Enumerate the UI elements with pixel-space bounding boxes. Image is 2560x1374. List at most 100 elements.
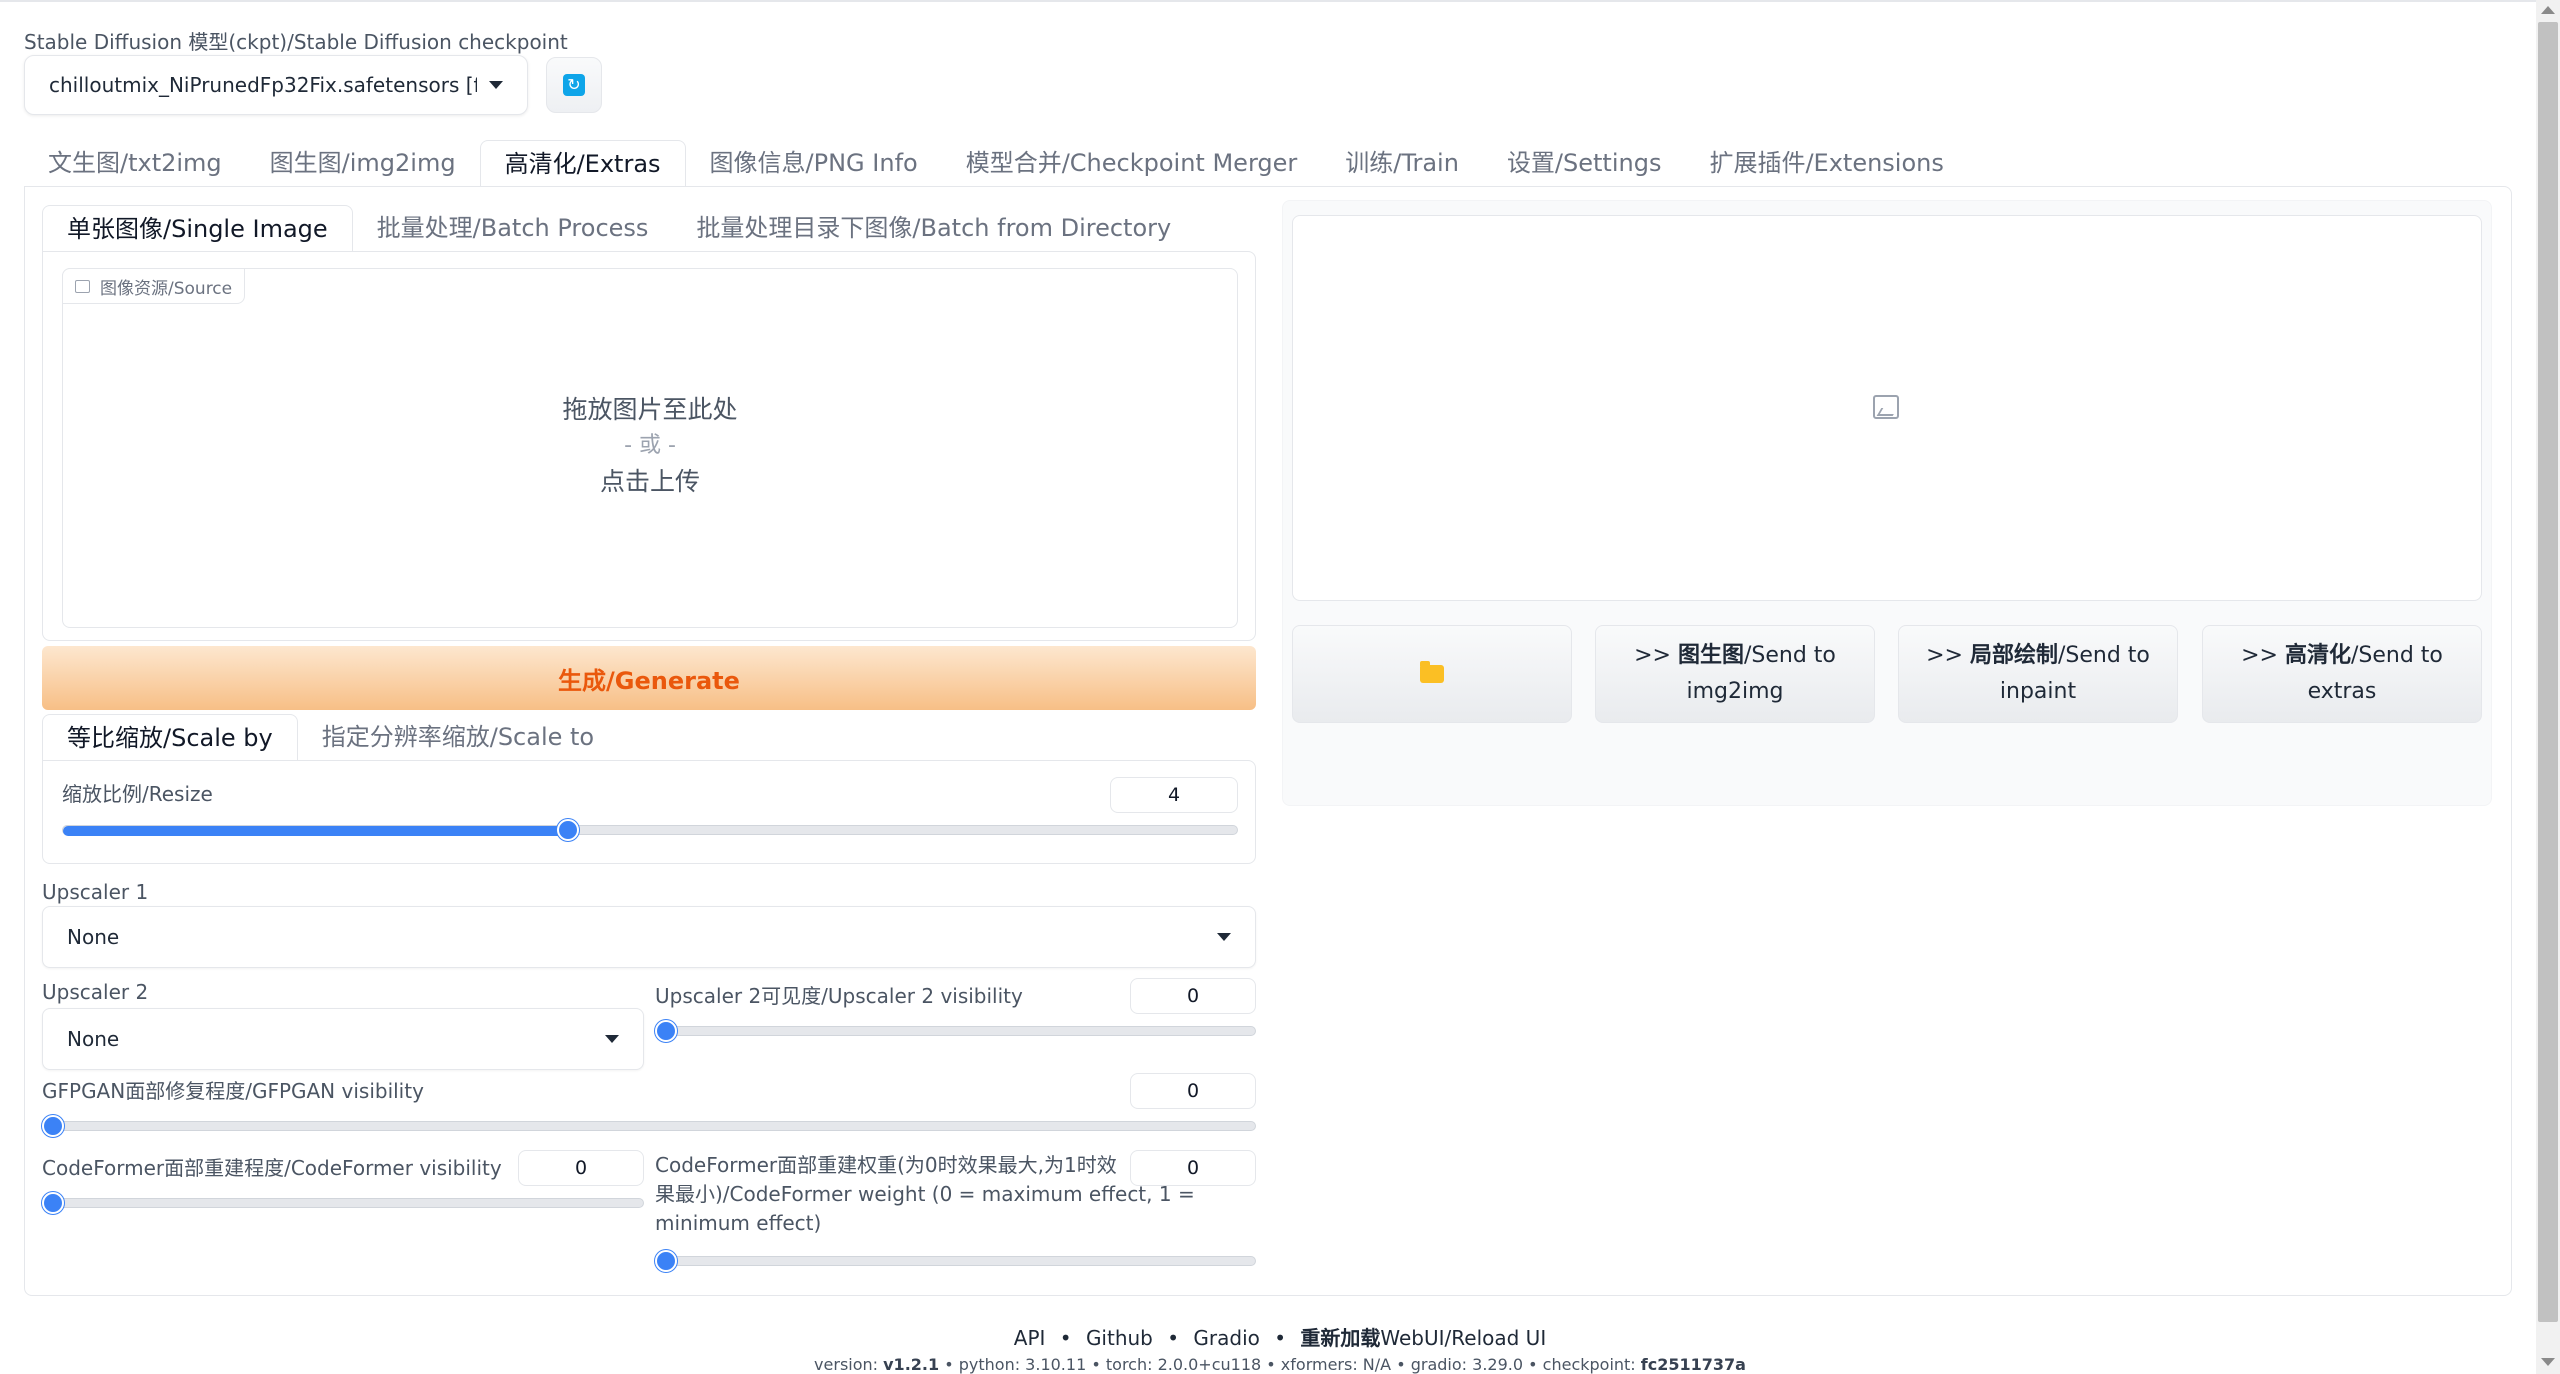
checkpoint-value: chilloutmix_NiPrunedFp32Fix.safetensors … [49, 73, 477, 97]
chevron-down-icon [605, 1035, 619, 1043]
resize-slider-thumb[interactable] [556, 819, 579, 841]
send-prefix: >> [1926, 643, 1970, 668]
gfpgan-label: GFPGAN面部修复程度/GFPGAN visibility [42, 1079, 424, 1103]
tab-img2img[interactable]: 图生图/img2img [246, 140, 480, 186]
folder-icon [1420, 661, 1444, 683]
codeformer-visibility-slider-track[interactable] [42, 1198, 644, 1208]
tab-scale-to[interactable]: 指定分辨率缩放/Scale to [298, 714, 618, 760]
send-rest: /Send to [1743, 643, 1836, 668]
tab-png-info[interactable]: 图像信息/PNG Info [686, 140, 942, 186]
send-line2: extras [2307, 679, 2377, 704]
tab-extras[interactable]: 高清化/Extras [479, 140, 686, 186]
footer-version-info: version: v1.2.1 • python: 3.10.11 • torc… [0, 1355, 2560, 1374]
tab-settings[interactable]: 设置/Settings [1483, 140, 1686, 186]
refresh-icon: ↻ [563, 74, 585, 96]
footer-separator: • [1274, 1326, 1287, 1350]
open-folder-button[interactable] [1292, 625, 1572, 723]
footer-separator: • [1528, 1355, 1538, 1374]
footer-separator: • [1059, 1326, 1072, 1350]
codeformer-weight-label-line1: CodeFormer面部重建权重(为0时效果最大,为1时效 [655, 1153, 1117, 1177]
tab-batch-from-directory[interactable]: 批量处理目录下图像/Batch from Directory [672, 205, 1195, 251]
source-badge: 图像资源/Source [62, 268, 246, 304]
footer-separator: • [1091, 1355, 1101, 1374]
send-rest: /Send to [2350, 643, 2443, 668]
tab-single-image[interactable]: 单张图像/Single Image [42, 205, 353, 251]
image-icon [75, 279, 90, 293]
upscaler2-dropdown[interactable]: None [42, 1008, 644, 1070]
send-to-inpaint-button[interactable]: >> 局部绘制/Send to inpaint [1898, 625, 2178, 723]
tab-batch-process[interactable]: 批量处理/Batch Process [353, 205, 673, 251]
upscaler2-value: None [67, 1027, 120, 1051]
scrollbar-thumb[interactable] [2538, 22, 2558, 1322]
footer-separator: • [1396, 1355, 1406, 1374]
scroll-down-arrow-icon[interactable] [2541, 1358, 2555, 1366]
tab-checkpoint-merger[interactable]: 模型合并/Checkpoint Merger [942, 140, 1322, 186]
chevron-down-icon [1217, 933, 1231, 941]
footer-separator: • [1167, 1326, 1180, 1350]
refresh-checkpoint-button[interactable]: ↻ [546, 57, 602, 113]
drop-line2: 点击上传 [599, 467, 700, 496]
upscaler2-visibility-label: Upscaler 2可见度/Upscaler 2 visibility [655, 984, 1023, 1008]
upscaler2-label: Upscaler 2 [42, 980, 149, 1004]
footer-reload-link[interactable]: 重新加载WebUI/Reload UI [1300, 1326, 1546, 1350]
main-tabs: 文生图/txt2img 图生图/img2img 高清化/Extras 图像信息/… [24, 140, 1968, 186]
codeformer-weight-input[interactable]: 0 [1130, 1150, 1256, 1186]
drop-or: - 或 - [624, 433, 676, 458]
checkpoint-dropdown[interactable]: chilloutmix_NiPrunedFp32Fix.safetensors … [24, 55, 528, 115]
reload-rest: WebUI/Reload UI [1380, 1326, 1547, 1350]
dropzone-text[interactable]: 拖放图片至此处 - 或 - 点击上传 [62, 392, 1238, 500]
send-target-bold: 高清化 [2284, 643, 2351, 668]
scroll-up-arrow-icon[interactable] [2541, 6, 2555, 14]
send-to-extras-button[interactable]: >> 高清化/Send to extras [2202, 625, 2482, 723]
codeformer-weight-slider-track[interactable] [655, 1256, 1256, 1266]
scale-tabs: 等比缩放/Scale by 指定分辨率缩放/Scale to [42, 714, 618, 760]
source-badge-label: 图像资源/Source [100, 278, 233, 299]
upscaler1-value: None [67, 925, 120, 949]
reload-bold: 重新加载 [1300, 1326, 1381, 1350]
resize-label: 缩放比例/Resize [62, 782, 213, 806]
checkpoint-hash-value: fc2511737a [1640, 1355, 1746, 1374]
tab-txt2img[interactable]: 文生图/txt2img [24, 140, 246, 186]
gfpgan-slider-thumb[interactable] [42, 1115, 64, 1137]
tab-extensions[interactable]: 扩展插件/Extensions [1685, 140, 1967, 186]
tab-scale-by[interactable]: 等比缩放/Scale by [42, 714, 298, 760]
xformers-version: xformers: N/A [1280, 1355, 1392, 1374]
gfpgan-input[interactable]: 0 [1130, 1073, 1256, 1109]
send-to-img2img-text: >> 图生图/Send to img2img [1634, 638, 1836, 710]
footer-links: API • Github • Gradio • 重新加载WebUI/Reload… [0, 1322, 2560, 1351]
extras-sub-tabs: 单张图像/Single Image 批量处理/Batch Process 批量处… [42, 205, 1195, 251]
footer-github-link[interactable]: Github [1086, 1326, 1153, 1350]
footer-gradio-link[interactable]: Gradio [1193, 1326, 1259, 1350]
top-border [0, 0, 2560, 2]
upscaler2-visibility-input[interactable]: 0 [1130, 978, 1256, 1014]
scale-panel [42, 760, 1256, 864]
checkpoint-hash-label: checkpoint: [1542, 1355, 1641, 1374]
send-to-inpaint-text: >> 局部绘制/Send to inpaint [1926, 638, 2150, 710]
send-target-bold: 局部绘制 [1969, 643, 2058, 668]
version-label: version: [814, 1355, 884, 1374]
footer-separator: • [944, 1355, 954, 1374]
codeformer-weight-slider-thumb[interactable] [655, 1250, 677, 1272]
tab-train[interactable]: 训练/Train [1321, 140, 1483, 186]
footer-separator: • [1266, 1355, 1276, 1374]
send-to-img2img-button[interactable]: >> 图生图/Send to img2img [1595, 625, 1875, 723]
gfpgan-slider-track[interactable] [42, 1121, 1256, 1131]
gradio-version: gradio: 3.29.0 [1410, 1355, 1524, 1374]
resize-slider-track[interactable] [62, 825, 1238, 836]
image-placeholder-icon [1873, 395, 1899, 419]
codeformer-visibility-slider-thumb[interactable] [42, 1192, 64, 1214]
send-to-extras-text: >> 高清化/Send to extras [2241, 638, 2443, 710]
resize-slider-fill [63, 826, 569, 836]
upscaler2-visibility-slider-thumb[interactable] [655, 1020, 677, 1042]
codeformer-visibility-input[interactable]: 0 [518, 1150, 644, 1186]
codeformer-visibility-label: CodeFormer面部重建程度/CodeFormer visibility [42, 1156, 502, 1180]
generate-button[interactable]: 生成/Generate [42, 646, 1256, 710]
upscaler2-visibility-slider-track[interactable] [655, 1026, 1256, 1036]
checkpoint-label: Stable Diffusion 模型(ckpt)/Stable Diffusi… [24, 30, 568, 54]
resize-input[interactable]: 4 [1110, 777, 1238, 813]
codeformer-weight-label-line2: 果最小)/CodeFormer weight (0 = maximum effe… [655, 1182, 1195, 1206]
footer-api-link[interactable]: API [1014, 1326, 1046, 1350]
upscaler1-dropdown[interactable]: None [42, 906, 1256, 968]
send-target-bold: 图生图 [1677, 643, 1744, 668]
chevron-down-icon [489, 81, 503, 89]
